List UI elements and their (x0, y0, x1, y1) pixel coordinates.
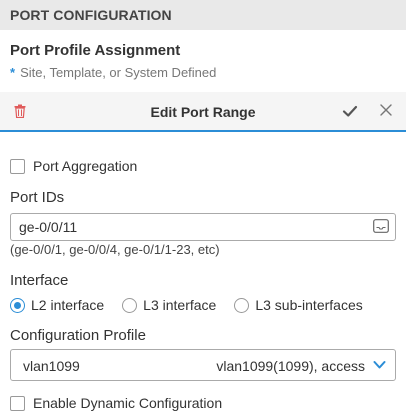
dynamic-config-checkbox[interactable] (10, 395, 25, 411)
interface-option-l2[interactable]: L2 interface (10, 297, 104, 313)
interface-label: Interface (10, 272, 69, 289)
port-ids-hint: (ge-0/0/1, ge-0/0/4, ge-0/1/1-23, etc) (10, 242, 220, 257)
port-profile-subtitle-text: Site, Template, or System Defined (20, 65, 217, 80)
close-icon[interactable] (379, 103, 393, 117)
dynamic-config-option[interactable]: Enable Dynamic Configuration (10, 395, 222, 411)
port-profile-subtitle: * Site, Template, or System Defined (10, 65, 216, 80)
config-profile-description: vlan1099(1099), access (216, 358, 365, 374)
check-icon[interactable] (342, 103, 358, 119)
interface-option-l3-sub[interactable]: L3 sub-interfaces (234, 297, 363, 313)
dynamic-config-label: Enable Dynamic Configuration (33, 395, 223, 411)
port-aggregation-checkbox[interactable] (10, 158, 25, 174)
interface-radio-group: L2 interface L3 interface L3 sub-interfa… (10, 297, 381, 313)
interface-radio-l3[interactable] (122, 297, 138, 313)
interface-option-label: L3 sub-interfaces (255, 297, 363, 313)
port-ids-input[interactable]: ge-0/0/11 (10, 213, 396, 241)
port-ids-label: Port IDs (10, 189, 65, 206)
interface-option-label: L2 interface (31, 297, 105, 313)
port-aggregation-label: Port Aggregation (33, 158, 138, 174)
interface-radio-l3-sub[interactable] (234, 297, 250, 313)
interface-radio-l2[interactable] (10, 297, 25, 313)
edit-port-range-bar: Edit Port Range (0, 92, 406, 132)
section-header: PORT CONFIGURATION (0, 0, 406, 30)
port-profile-title: Port Profile Assignment (10, 42, 181, 59)
config-profile-label: Configuration Profile (10, 327, 146, 344)
port-aggregation-option[interactable]: Port Aggregation (10, 158, 137, 174)
config-profile-value: vlan1099 (23, 358, 80, 374)
interface-option-label: L3 interface (143, 297, 217, 313)
interface-option-l3[interactable]: L3 interface (122, 297, 216, 313)
required-marker: * (10, 65, 16, 80)
chevron-down-icon[interactable] (373, 360, 386, 370)
list-icon[interactable] (373, 219, 389, 233)
config-profile-select[interactable]: vlan1099 vlan1099(1099), access (10, 349, 396, 381)
